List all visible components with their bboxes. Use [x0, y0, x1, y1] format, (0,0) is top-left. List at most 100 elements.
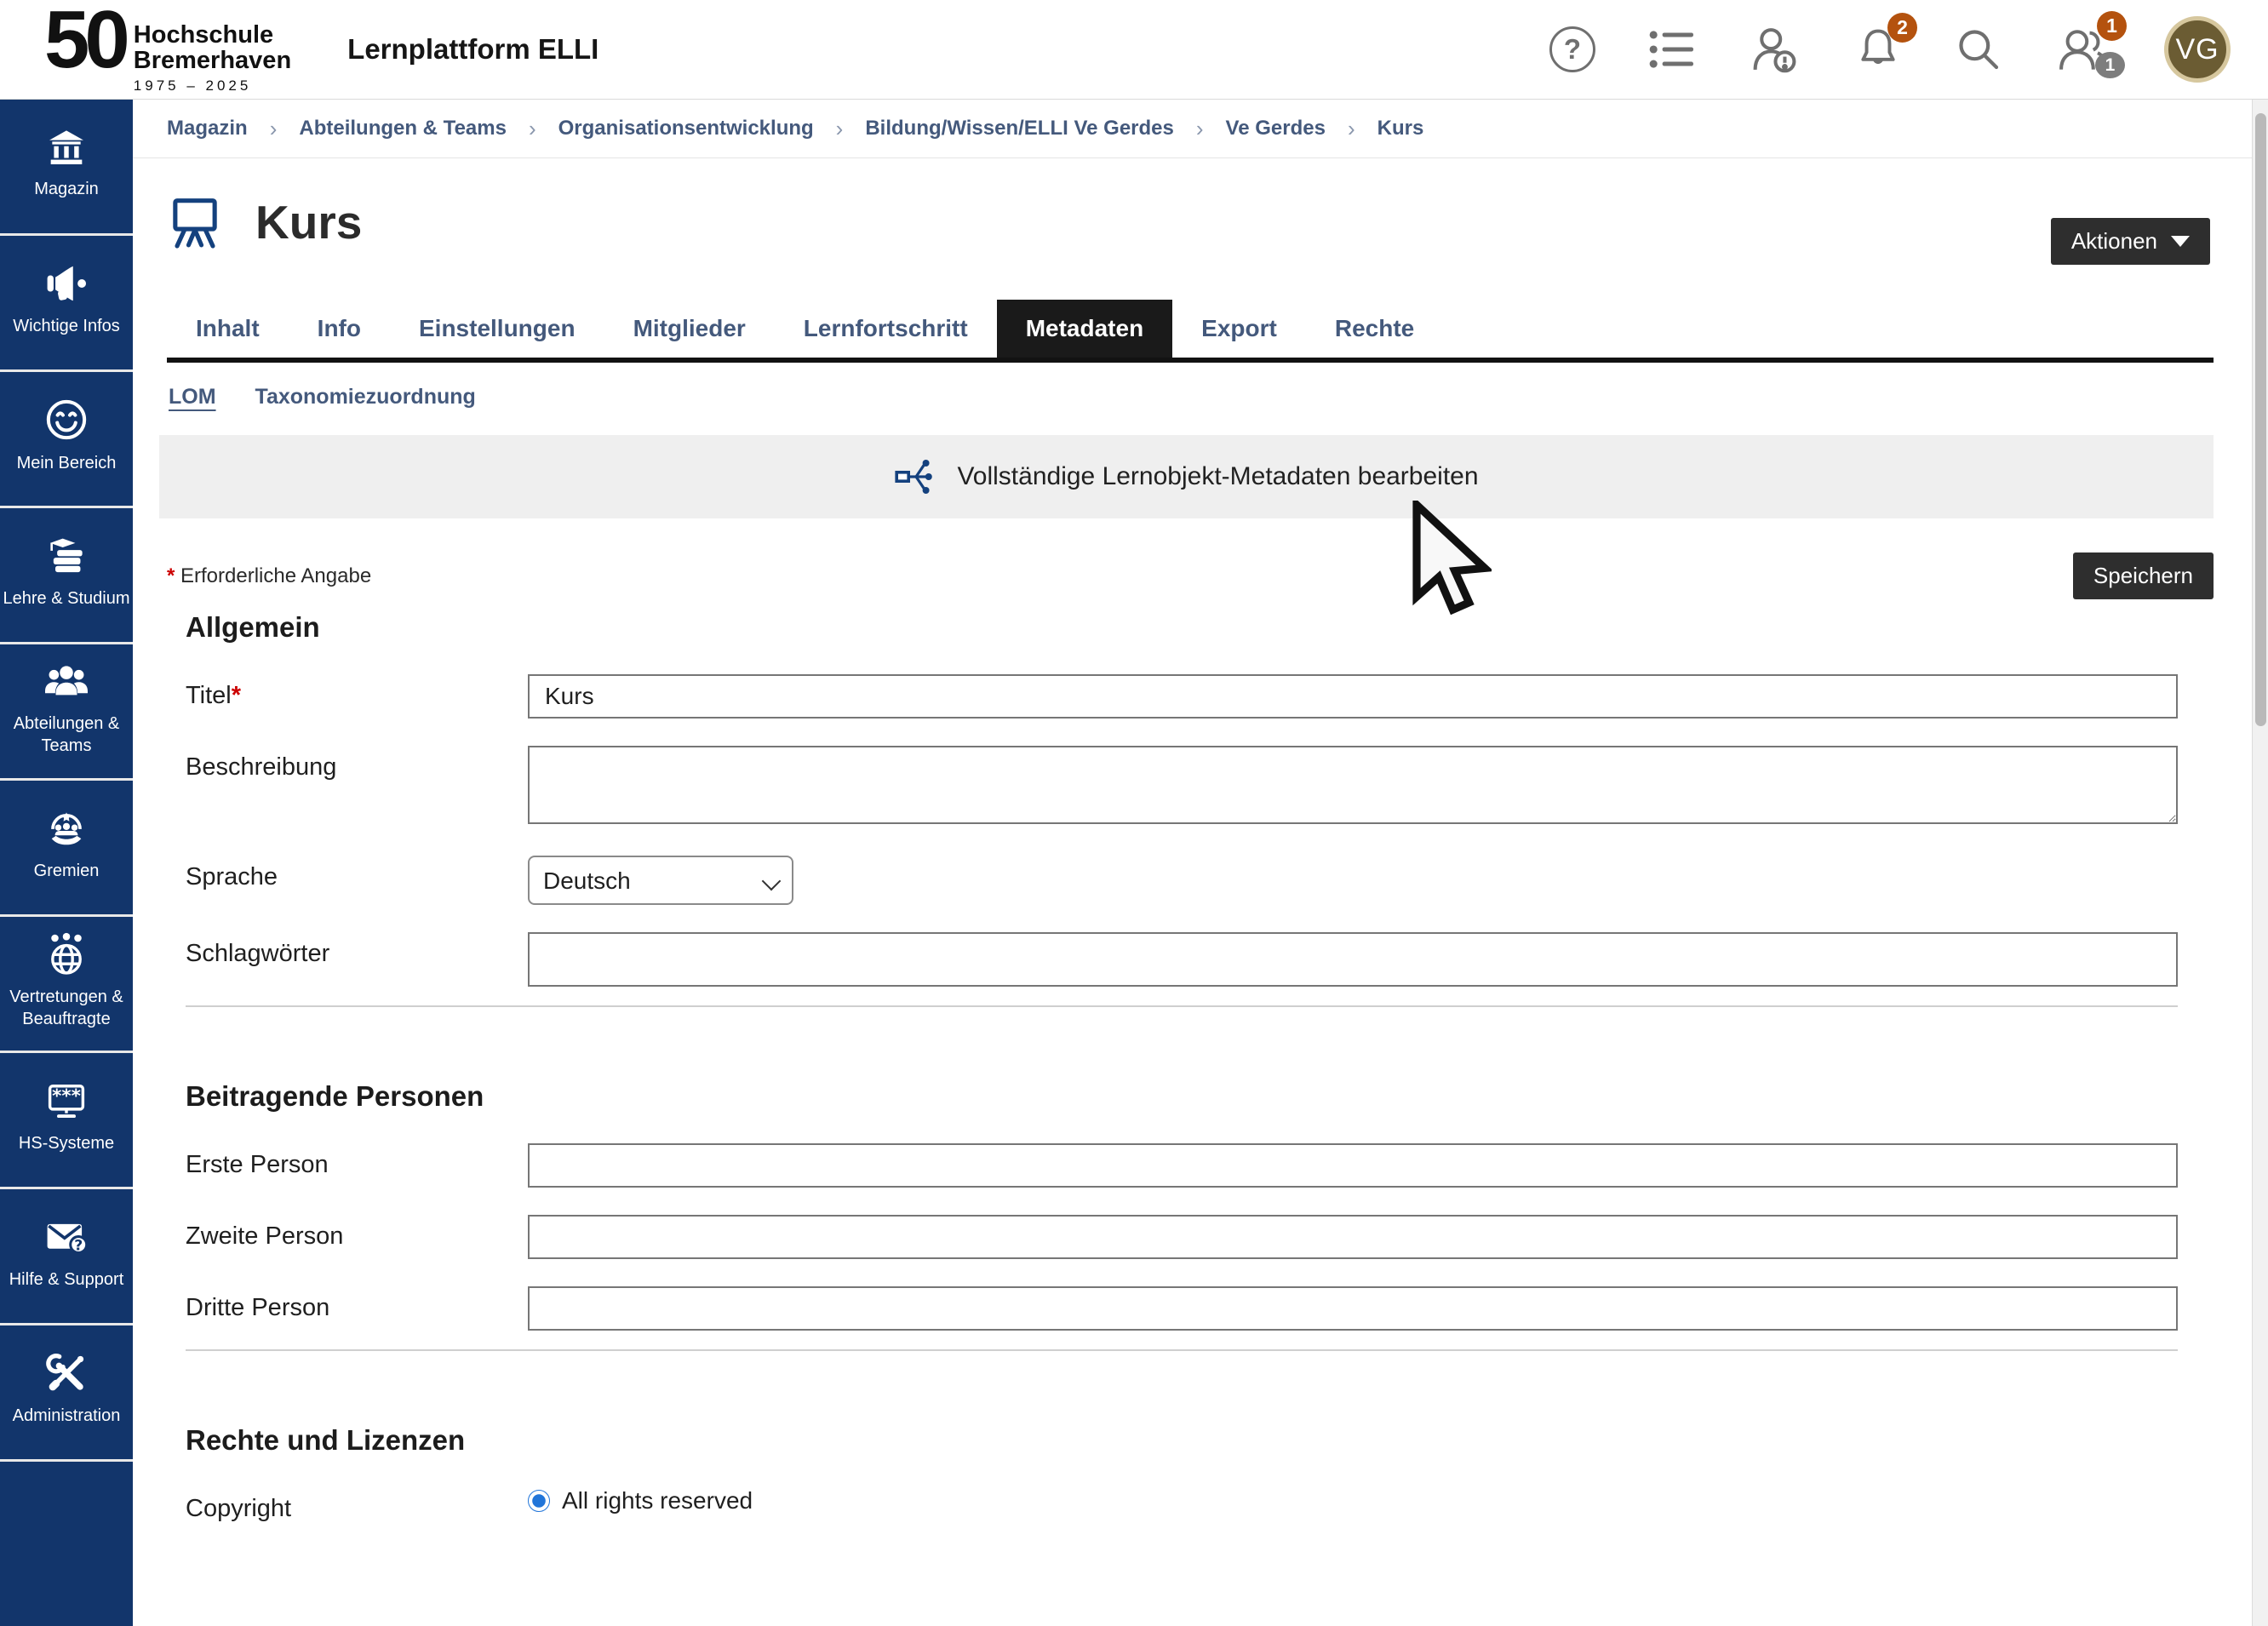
smiley-icon	[43, 397, 89, 443]
dritte-person-label: Dritte Person	[186, 1286, 528, 1322]
page-title: Kurs	[255, 195, 362, 249]
section-heading-beitragende: Beitragende Personen	[186, 1080, 2214, 1113]
sprache-label: Sprache	[186, 856, 528, 891]
language-select[interactable]: Deutsch	[528, 856, 793, 905]
contributors-form: Erste Person Zweite Person Dritte Person	[133, 1113, 2253, 1331]
form-row-zweite-person: Zweite Person	[186, 1215, 2178, 1259]
sidebar-item-gremien[interactable]: Gremien	[0, 781, 133, 917]
tab-inhalt[interactable]: Inhalt	[167, 300, 289, 358]
tab-bar: Inhalt Info Einstellungen Mitglieder Ler…	[167, 300, 2214, 363]
form-row-sprache: Sprache Deutsch	[186, 856, 2178, 905]
breadcrumb-item[interactable]: Ve Gerdes	[1226, 117, 1326, 140]
globe-people-icon	[43, 930, 89, 976]
zweite-person-label: Zweite Person	[186, 1215, 528, 1251]
user-alert-icon-svg	[1749, 23, 1801, 76]
actions-button[interactable]: Aktionen	[2051, 218, 2210, 265]
sidebar-label: Wichtige Infos	[13, 315, 120, 337]
sidebar-item-magazin[interactable]: Magazin	[0, 100, 133, 236]
avatar[interactable]: VG	[2164, 16, 2231, 83]
breadcrumb-item[interactable]: Magazin	[167, 117, 248, 140]
sidebar-item-abteilungen-teams[interactable]: Abteilungen & Teams	[0, 644, 133, 781]
scrollbar-track[interactable]	[2252, 100, 2268, 1626]
zweite-person-input[interactable]	[528, 1215, 2178, 1259]
form-row-beschreibung: Beschreibung	[186, 746, 2178, 828]
magnifier-icon-svg	[1955, 26, 2002, 73]
form-row-copyright: Copyright All rights reserved	[186, 1487, 2178, 1523]
course-icon	[167, 192, 223, 252]
tab-einstellungen[interactable]: Einstellungen	[390, 300, 604, 358]
breadcrumb-separator: ›	[836, 116, 844, 142]
titel-input[interactable]	[528, 674, 2178, 719]
actions-button-label: Aktionen	[2071, 228, 2157, 255]
tab-metadaten[interactable]: Metadaten	[997, 300, 1172, 358]
breadcrumb-separator: ›	[270, 116, 278, 142]
section-heading-allgemein: Allgemein	[186, 611, 2214, 644]
notifications-badge: 2	[1887, 13, 1917, 43]
tab-export[interactable]: Export	[1172, 300, 1306, 358]
logo-50-mark: 50	[44, 4, 125, 76]
tab-info[interactable]: Info	[289, 300, 390, 358]
sidebar-item-wichtige-infos[interactable]: Wichtige Infos	[0, 236, 133, 372]
mail-question-icon: ?	[43, 1215, 90, 1259]
titel-label-text: Titel	[186, 682, 232, 709]
megaphone-icon	[43, 261, 90, 306]
beschreibung-label: Beschreibung	[186, 746, 528, 782]
tab-mitglieder[interactable]: Mitglieder	[604, 300, 775, 358]
form-row-titel: Titel*	[186, 674, 2178, 719]
svg-text:***: ***	[52, 1085, 81, 1107]
todo-list-icon[interactable]	[1648, 28, 1696, 71]
notifications-bell-icon[interactable]: 2	[1854, 25, 1902, 74]
required-note-text: Erforderliche Angabe	[180, 564, 371, 587]
tools-icon	[43, 1351, 89, 1395]
scrollbar-thumb[interactable]	[2255, 113, 2266, 726]
form-row-schlagwoerter: Schlagwörter	[186, 932, 2178, 987]
sidebar-label: Gremien	[34, 860, 100, 882]
breadcrumb-separator: ›	[1348, 116, 1355, 142]
logo-name-line2: Bremerhaven	[134, 49, 291, 74]
edit-full-metadata-bar[interactable]: Vollständige Lernobjekt-Metadaten bearbe…	[159, 435, 2214, 518]
erste-person-label: Erste Person	[186, 1143, 528, 1179]
sidebar-item-lehre-studium[interactable]: Lehre & Studium	[0, 508, 133, 644]
sidebar-label: HS-Systeme	[19, 1132, 114, 1154]
rights-form: Copyright All rights reserved	[133, 1457, 2253, 1523]
required-note: * Erforderliche Angabe	[167, 564, 371, 588]
top-header: 50 Hochschule Bremerhaven 1975 – 2025 Le…	[0, 0, 2268, 100]
form-row-dritte-person: Dritte Person	[186, 1286, 2178, 1331]
erste-person-input[interactable]	[528, 1143, 2178, 1188]
schlagwoerter-input[interactable]	[528, 932, 2178, 987]
beschreibung-textarea[interactable]	[528, 746, 2178, 824]
copyright-radio-all-rights-reserved[interactable]	[528, 1490, 550, 1512]
awaited-members-icon[interactable]	[1749, 23, 1801, 76]
help-icon[interactable]: ?	[1549, 26, 1595, 72]
sub-tab-bar: LOM Taxonomiezuordnung	[169, 385, 2214, 409]
breadcrumb-item[interactable]: Abteilungen & Teams	[299, 117, 507, 140]
contacts-icon[interactable]: 1 1	[2055, 23, 2111, 76]
sidebar-item-vertretungen[interactable]: Vertretungen & Beauftragte	[0, 917, 133, 1053]
main-content: Magazin › Abteilungen & Teams › Organisa…	[133, 100, 2253, 1626]
metadata-tree-icon	[894, 455, 935, 498]
sidebar-item-administration[interactable]: Administration	[0, 1325, 133, 1462]
breadcrumb-item[interactable]: Organisationsentwicklung	[558, 117, 814, 140]
breadcrumb-item[interactable]: Bildung/Wissen/ELLI Ve Gerdes	[865, 117, 1174, 140]
university-logo: 50 Hochschule Bremerhaven 1975 – 2025	[44, 4, 291, 94]
sidebar-item-hs-systeme[interactable]: *** HS-Systeme	[0, 1053, 133, 1189]
schlagwoerter-label: Schlagwörter	[186, 932, 528, 968]
sidebar-item-hilfe-support[interactable]: ? Hilfe & Support	[0, 1189, 133, 1325]
main-sidebar: Magazin Wichtige Infos Mein Bereich Lehr…	[0, 100, 133, 1626]
breadcrumb-separator: ›	[529, 116, 536, 142]
subtab-lom[interactable]: LOM	[169, 385, 216, 409]
save-button[interactable]: Speichern	[2073, 552, 2214, 599]
caret-down-icon	[2171, 236, 2190, 247]
dritte-person-input[interactable]	[528, 1286, 2178, 1331]
tab-lernfortschritt[interactable]: Lernfortschritt	[775, 300, 997, 358]
subtab-taxonomiezuordnung[interactable]: Taxonomiezuordnung	[255, 385, 476, 409]
titel-required-star: *	[232, 682, 241, 709]
tab-rechte[interactable]: Rechte	[1306, 300, 1443, 358]
contacts-sub-badge: 1	[2095, 52, 2125, 78]
search-icon[interactable]	[1955, 26, 2002, 73]
logo-years: 1975 – 2025	[134, 77, 291, 94]
sidebar-item-mein-bereich[interactable]: Mein Bereich	[0, 372, 133, 508]
titel-label: Titel*	[186, 674, 528, 710]
committee-hand-icon	[43, 806, 89, 850]
breadcrumb-item[interactable]: Kurs	[1377, 117, 1424, 140]
